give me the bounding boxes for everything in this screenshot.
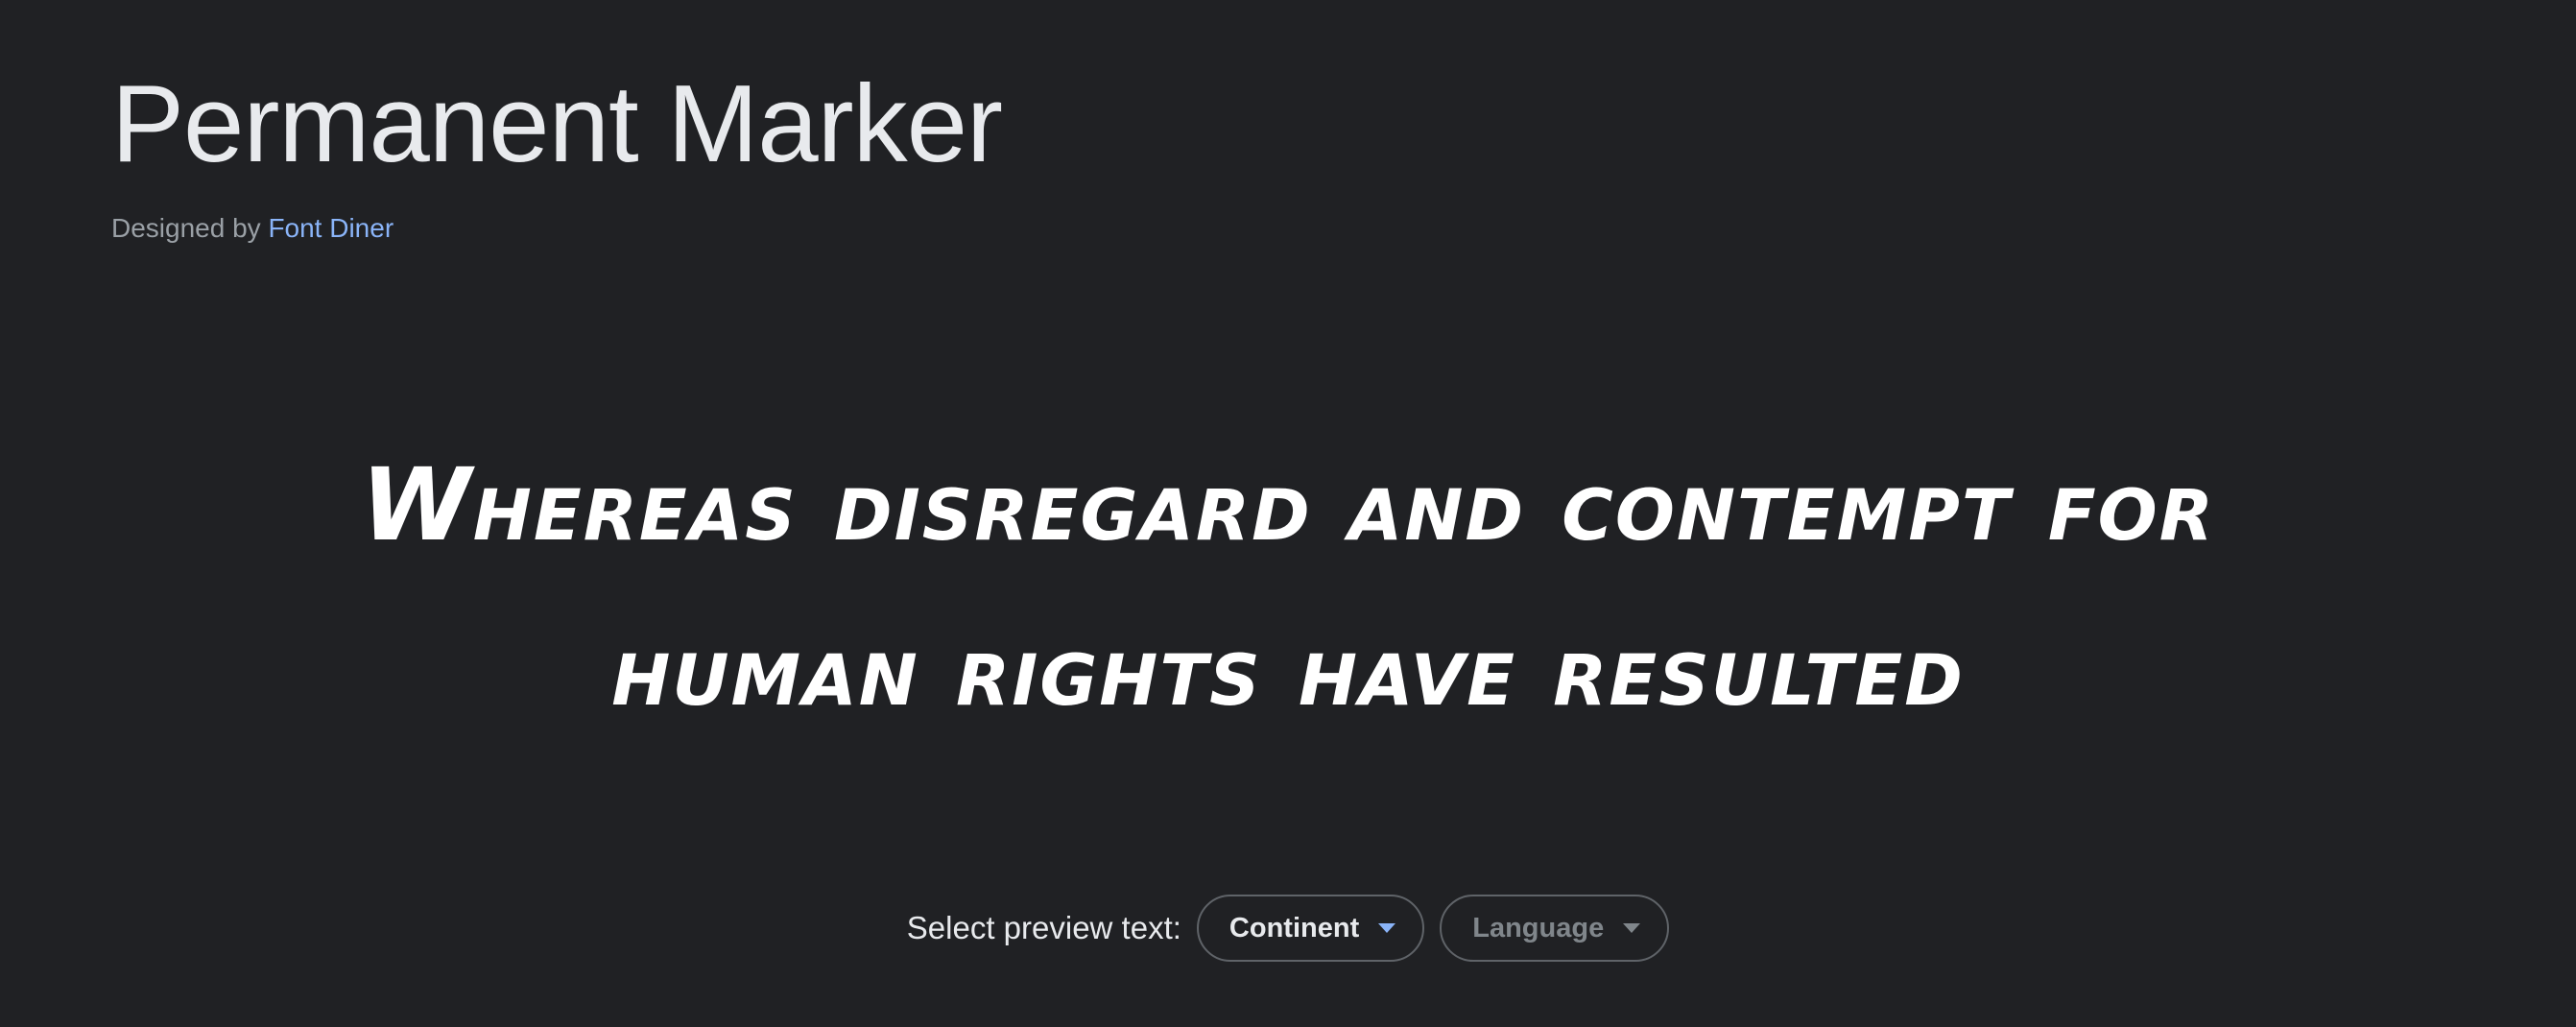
language-select-label: Language (1472, 912, 1605, 943)
designer-line: Designed by Font Diner (111, 213, 1002, 244)
preview-select-label: Select preview text: (906, 910, 1181, 945)
designed-by-label: Designed by (111, 213, 269, 243)
page-title: Permanent Marker (111, 63, 1003, 185)
language-select[interactable]: Language (1440, 895, 1670, 962)
font-specimen-page: Permanent Marker Designed by Font Diner … (0, 0, 2576, 1027)
continent-select-label: Continent (1228, 912, 1360, 943)
continent-select[interactable]: Continent (1196, 895, 1425, 962)
preview-line-1: Whereas disregard and contempt for (361, 446, 2215, 563)
preview-line-2: human rights have resulted (611, 611, 1965, 728)
designer-link[interactable]: Font Diner (268, 213, 394, 243)
caret-down-icon (1623, 923, 1641, 933)
preview-text: Whereas disregard and contempt for human… (192, 422, 2384, 752)
header: Permanent Marker Designed by Font Diner (111, 60, 1003, 244)
caret-down-icon (1378, 923, 1396, 933)
preview-controls: Select preview text: Continent Language (0, 895, 2576, 962)
